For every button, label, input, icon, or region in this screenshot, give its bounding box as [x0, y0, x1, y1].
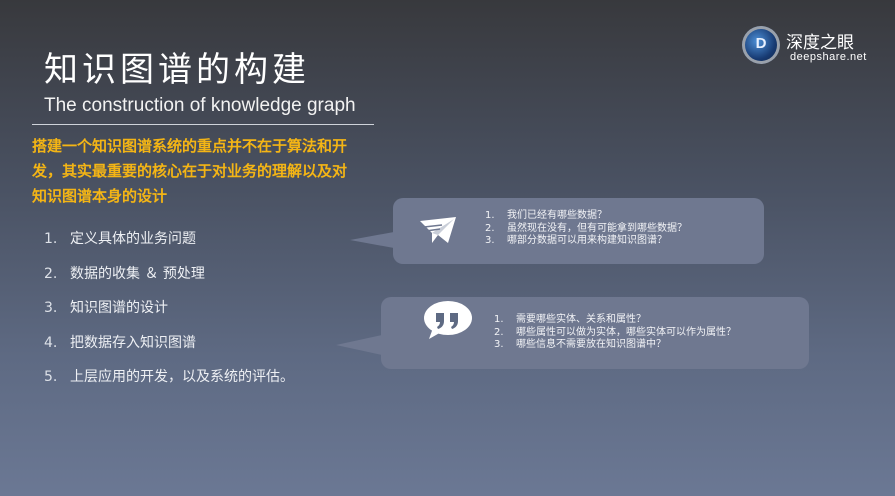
step-item: 4. 把数据存入知识图谱	[44, 334, 196, 351]
brand-url: deepshare.net	[790, 51, 867, 63]
brand-logo: D 深度之眼 deepshare.net	[742, 26, 872, 70]
page-title: 知识图谱的构建	[44, 50, 310, 90]
slide: 知识图谱的构建 The construction of knowledge gr…	[0, 0, 895, 496]
step-item: 2. 数据的收集 ＆ 预处理	[44, 265, 205, 282]
key-statement-line: 搭建一个知识图谱系统的重点并不在于算法和开	[32, 137, 348, 155]
page-subtitle: The construction of knowledge graph	[44, 95, 356, 116]
callout-pointer	[350, 232, 394, 248]
design-questions-list: 1. 需要哪些实体、关系和属性？ 2. 哪些属性可以做为实体，哪些实体可以作为属性？…	[494, 314, 736, 352]
step-item: 1. 定义具体的业务问题	[44, 231, 196, 247]
key-statement-line: 知识图谱本身的设计	[32, 187, 168, 205]
question-item: 2. 虽然现在没有，但有可能拿到哪些数据？	[485, 222, 687, 234]
question-item: 1. 需要哪些实体、关系和属性？	[494, 314, 646, 325]
question-item: 1. 我们已经有哪些数据？	[485, 210, 607, 221]
quote-bubble-icon	[424, 301, 472, 339]
question-item: 2. 哪些属性可以做为实体，哪些实体可以作为属性？	[494, 326, 736, 338]
callout-pointer	[336, 335, 382, 355]
question-item: 3. 哪些信息不需要放在知识图谱中？	[494, 339, 666, 350]
eye-logo-icon: D	[742, 26, 780, 64]
question-item: 3. 哪部分数据可以用来构建知识图谱？	[485, 235, 667, 246]
title-divider	[32, 124, 374, 125]
key-statement: 搭建一个知识图谱系统的重点并不在于算法和开 发，其实最重要的核心在于对业务的理解…	[32, 134, 397, 209]
paper-plane-icon	[420, 217, 456, 243]
step-item: 5. 上层应用的开发，以及系统的评估。	[44, 369, 294, 385]
steps-list: 1. 定义具体的业务问题 2. 数据的收集 ＆ 预处理 3. 知识图谱的设计 4. 把数…	[44, 228, 294, 401]
brand-name: 深度之眼	[786, 33, 854, 53]
step-item: 3. 知识图谱的设计	[44, 300, 168, 316]
data-questions-list: 1. 我们已经有哪些数据？ 2. 虽然现在没有，但有可能拿到哪些数据？ 3. 哪部分数…	[485, 210, 687, 248]
key-statement-line: 发，其实最重要的核心在于对业务的理解以及对	[32, 162, 348, 180]
